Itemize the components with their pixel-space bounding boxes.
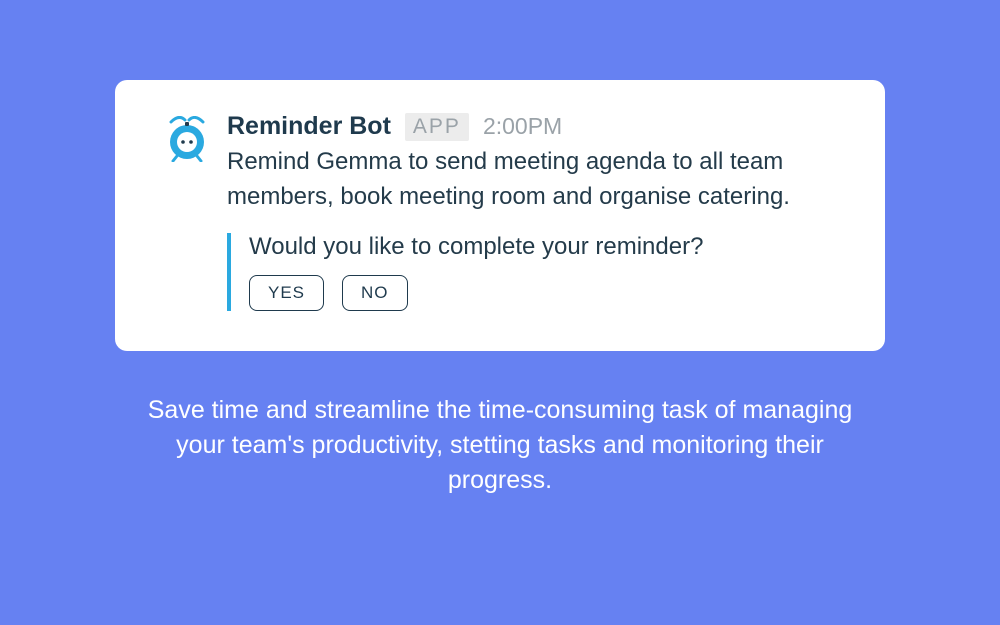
prompt-text: Would you like to complete your reminder… <box>249 233 825 261</box>
bot-avatar <box>165 116 209 167</box>
button-row: YES NO <box>249 275 825 311</box>
tagline: Save time and streamline the time-consum… <box>130 393 870 498</box>
message-content: Reminder Bot APP 2:00PM Remind Gemma to … <box>227 112 825 311</box>
prompt-block: Would you like to complete your reminder… <box>227 233 825 311</box>
timestamp: 2:00PM <box>483 113 562 140</box>
yes-button[interactable]: YES <box>249 275 324 311</box>
app-badge: APP <box>405 113 469 141</box>
alarm-clock-icon <box>165 149 209 166</box>
no-button[interactable]: NO <box>342 275 408 311</box>
message-header: Reminder Bot APP 2:00PM <box>227 112 825 141</box>
message-text: Remind Gemma to send meeting agenda to a… <box>227 145 825 215</box>
bot-name: Reminder Bot <box>227 112 391 141</box>
message-card: Reminder Bot APP 2:00PM Remind Gemma to … <box>115 80 885 351</box>
